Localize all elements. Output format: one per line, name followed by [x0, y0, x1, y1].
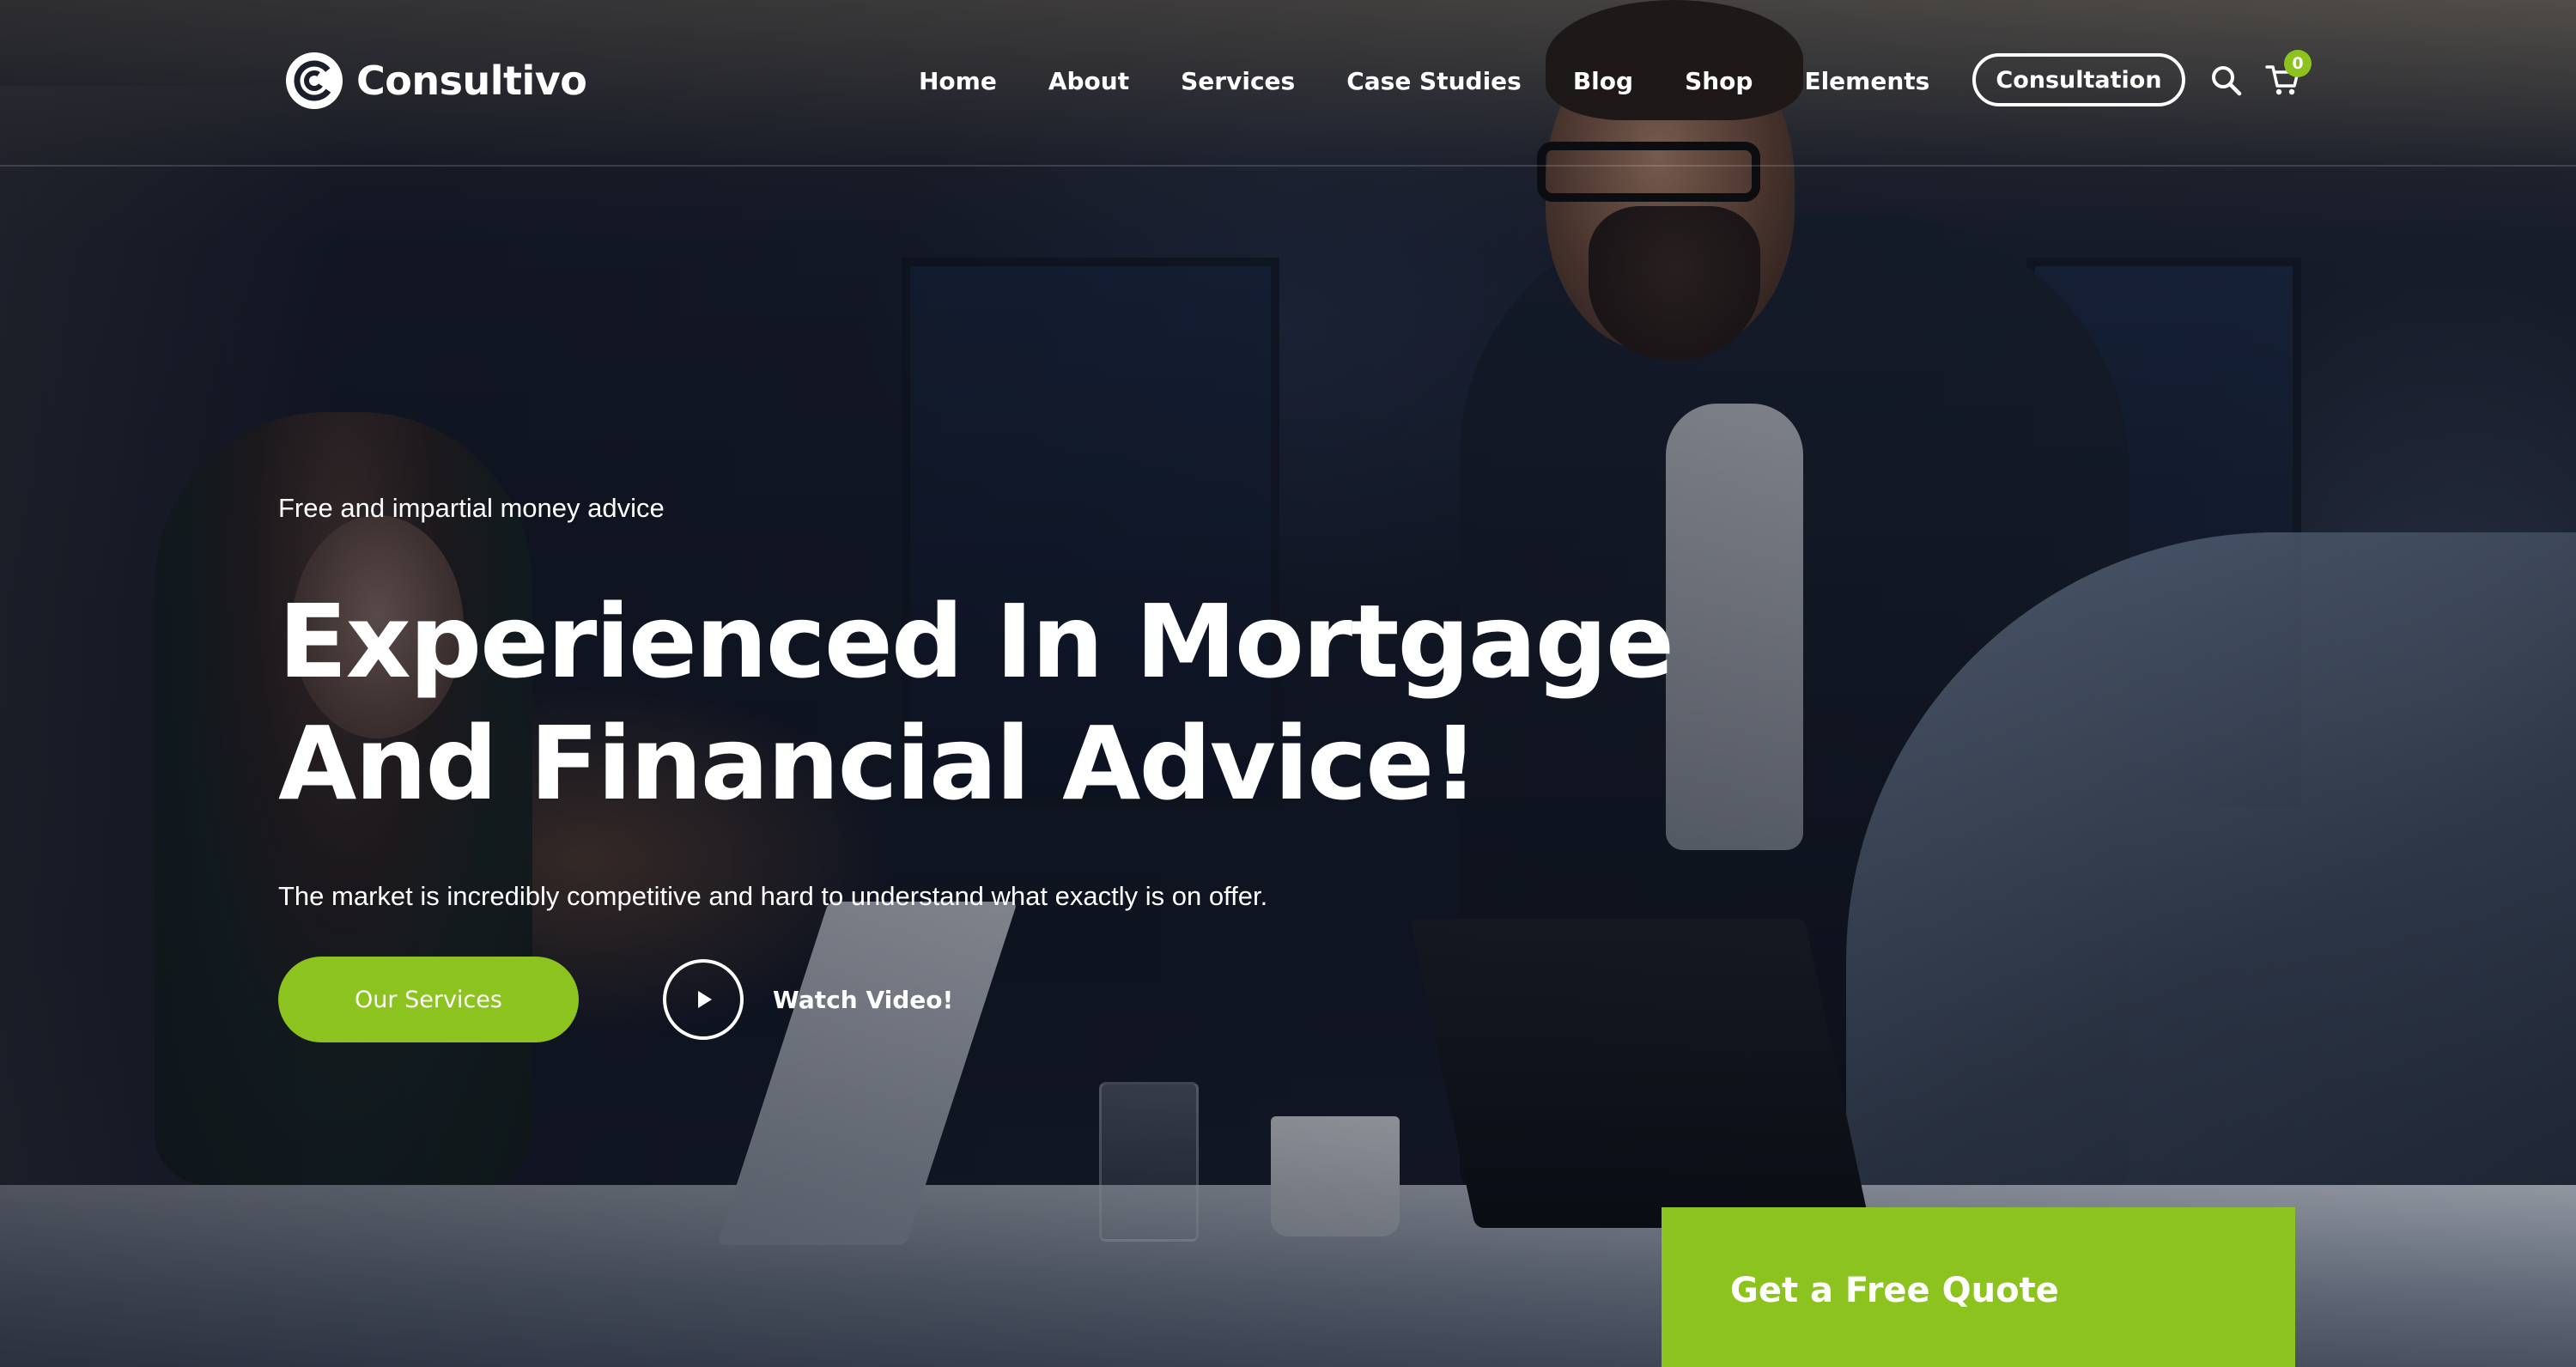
hero-headline-line-2: And Financial Advice!	[278, 704, 1479, 823]
free-quote-title: Get a Free Quote	[1730, 1271, 2059, 1310]
nav-home[interactable]: Home	[919, 67, 997, 95]
nav-about[interactable]: About	[1048, 67, 1129, 95]
nav-case-studies[interactable]: Case Studies	[1346, 67, 1522, 95]
hero-eyebrow: Free and impartial money advice	[278, 493, 665, 523]
c-circle-icon	[286, 52, 343, 109]
nav-blog[interactable]: Blog	[1573, 67, 1633, 95]
search-icon[interactable]	[2209, 64, 2244, 98]
free-quote-panel[interactable]: Get a Free Quote	[1662, 1207, 2295, 1367]
brand-logo[interactable]: Consultivo	[286, 50, 587, 112]
our-services-button[interactable]: Our Services	[278, 957, 579, 1042]
hero-headline-line-1: Experienced In Mortgage	[278, 582, 1674, 701]
cart-count-badge: 0	[2284, 50, 2312, 77]
nav-shop[interactable]: Shop	[1685, 67, 1753, 95]
site-header: Consultivo Home About Services Case Stud…	[0, 0, 2576, 167]
watch-video-label: Watch Video!	[773, 985, 954, 1014]
nav-elements[interactable]: Elements	[1804, 67, 1929, 95]
watch-video-link[interactable]: Watch Video!	[663, 957, 953, 1042]
main-nav: Home About Services Case Studies Blog Sh…	[919, 58, 1929, 103]
brand-name: Consultivo	[356, 58, 587, 104]
hero-headline: Experienced In Mortgage And Financial Ad…	[278, 580, 1738, 824]
nav-services[interactable]: Services	[1181, 67, 1295, 95]
consultation-button[interactable]: Consultation	[1972, 53, 2185, 106]
hero-subtext: The market is incredibly competitive and…	[278, 881, 1268, 911]
play-icon[interactable]	[663, 959, 744, 1040]
